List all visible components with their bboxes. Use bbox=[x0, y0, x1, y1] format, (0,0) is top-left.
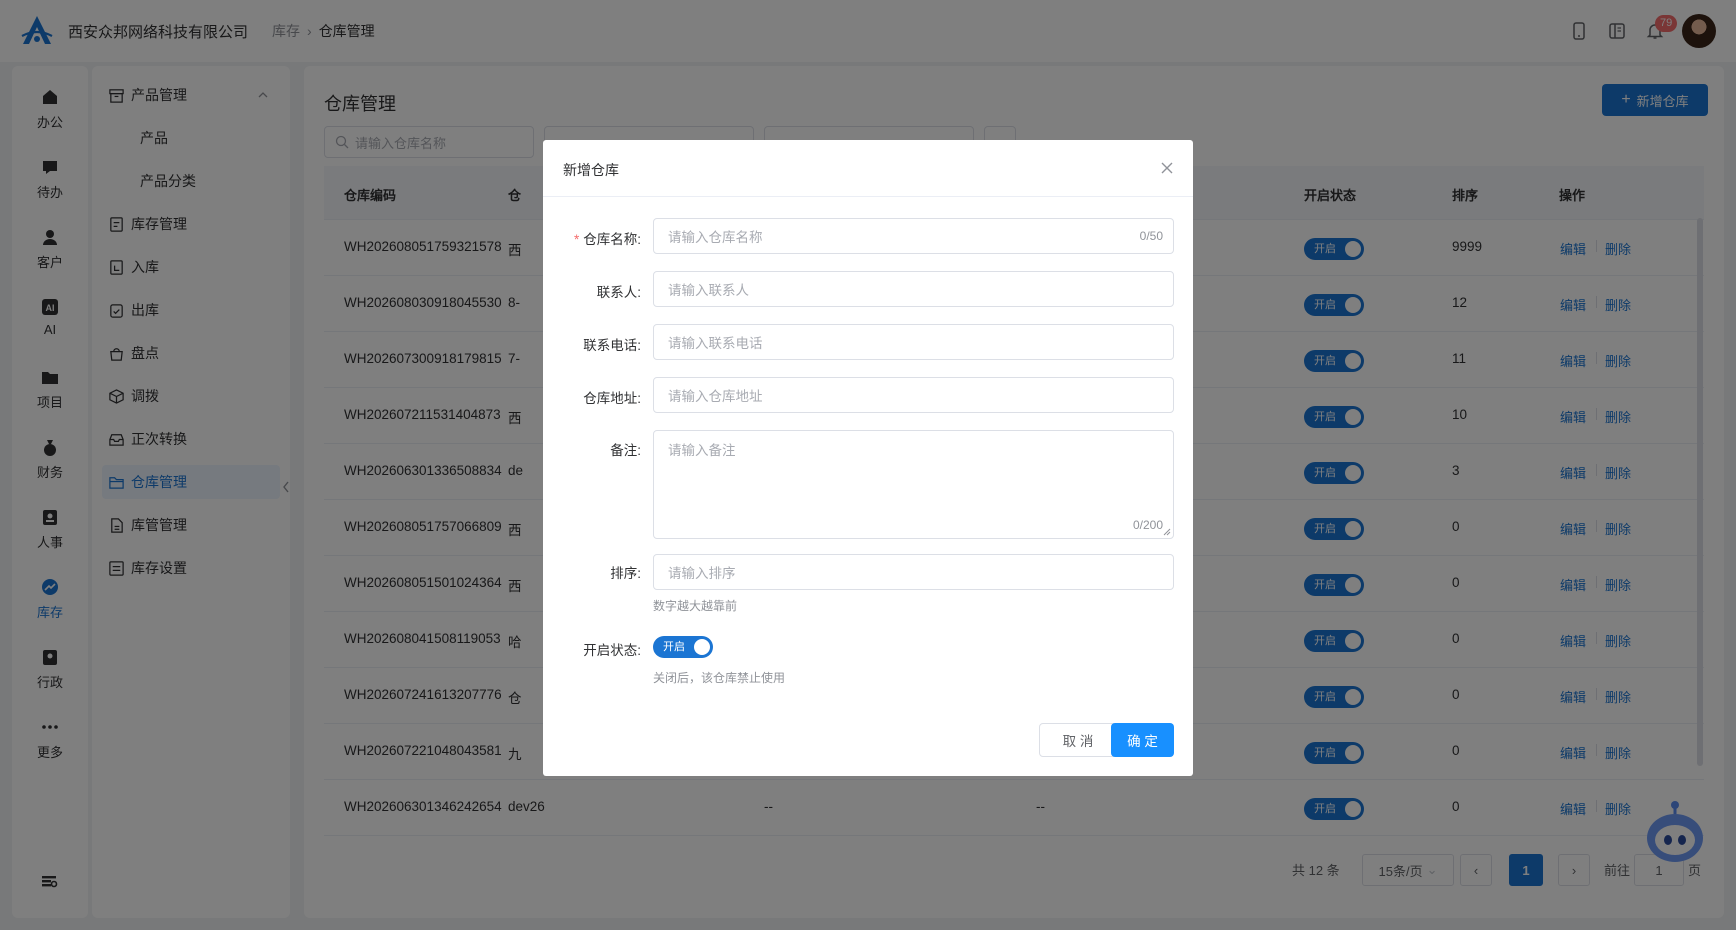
status-hint: 关闭后，该仓库禁止使用 bbox=[653, 671, 786, 685]
sort-input[interactable]: 请输入排序 bbox=[653, 554, 1174, 590]
address-placeholder: 请输入仓库地址 bbox=[668, 389, 763, 404]
warehouse-name-input[interactable]: 请输入仓库名称 0/50 bbox=[653, 218, 1174, 254]
dialog-header: 新增仓库 bbox=[543, 140, 1193, 197]
address-input[interactable]: 请输入仓库地址 bbox=[653, 377, 1174, 413]
add-warehouse-dialog: 新增仓库 * 仓库名称: 请输入仓库名称 0/50 联系人: 请输入联系人 联系电话… bbox=[543, 140, 1193, 776]
required-asterisk: * bbox=[573, 232, 580, 247]
resize-handle-icon[interactable] bbox=[1163, 528, 1171, 536]
remark-counter: 0/200 bbox=[1132, 518, 1163, 532]
phone-label: 联系电话: bbox=[583, 338, 641, 353]
warehouse-name-label-text: 仓库名称: bbox=[583, 232, 641, 247]
sort-hint: 数字越大越靠前 bbox=[653, 599, 738, 613]
contact-placeholder: 请输入联系人 bbox=[668, 283, 749, 298]
sort-placeholder: 请输入排序 bbox=[668, 566, 736, 581]
dialog-title: 新增仓库 bbox=[563, 162, 619, 178]
warehouse-name-counter: 0/50 bbox=[1139, 229, 1163, 243]
contact-label: 联系人: bbox=[596, 285, 641, 300]
remark-textarea[interactable]: 请输入备注 0/200 bbox=[653, 430, 1174, 539]
status-toggle[interactable]: 开启 bbox=[653, 636, 713, 658]
cancel-button[interactable]: 取 消 bbox=[1039, 723, 1117, 757]
warehouse-name-label: * 仓库名称: bbox=[543, 228, 641, 248]
remark-label: 备注: bbox=[610, 443, 641, 458]
address-label: 仓库地址: bbox=[583, 391, 641, 406]
remark-placeholder: 请输入备注 bbox=[668, 443, 736, 458]
confirm-button[interactable]: 确 定 bbox=[1111, 723, 1174, 757]
phone-placeholder: 请输入联系电话 bbox=[668, 336, 763, 351]
warehouse-name-placeholder: 请输入仓库名称 bbox=[668, 230, 763, 245]
status-label: 开启状态: bbox=[583, 643, 641, 658]
phone-input[interactable]: 请输入联系电话 bbox=[653, 324, 1174, 360]
close-icon[interactable] bbox=[1159, 160, 1175, 176]
sort-label: 排序: bbox=[610, 566, 641, 581]
contact-input[interactable]: 请输入联系人 bbox=[653, 271, 1174, 307]
